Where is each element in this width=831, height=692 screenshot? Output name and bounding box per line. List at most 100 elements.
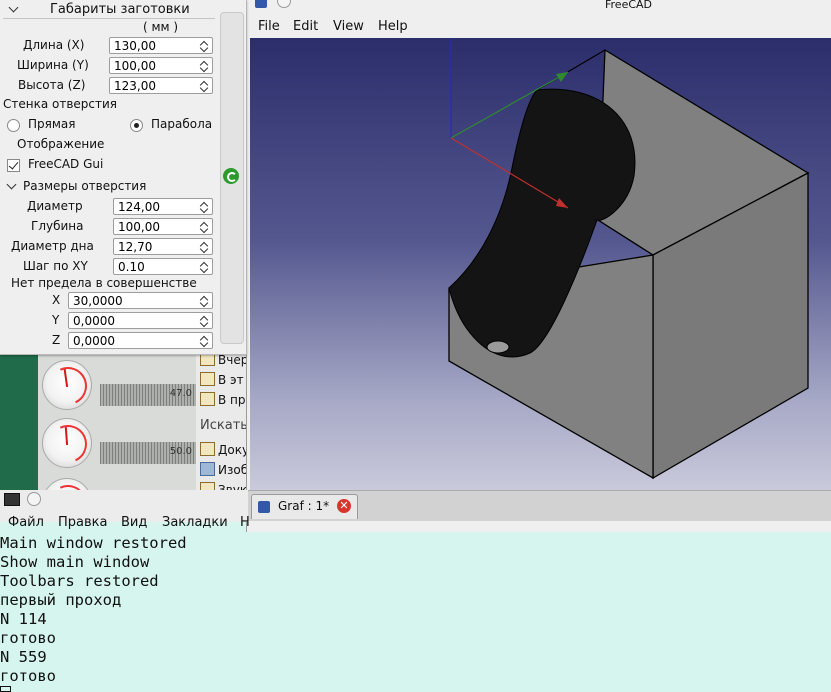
section-title-blank: Габариты заготовки: [50, 2, 190, 17]
menu-more[interactable]: Н: [240, 515, 250, 530]
height-label: Высота (Z): [18, 78, 86, 92]
meter-bar: 50.0: [100, 442, 196, 464]
wall-label: Стенка отверстия: [3, 97, 118, 111]
output-line: Toolbars restored: [0, 572, 159, 590]
menu-help[interactable]: Help: [378, 19, 408, 34]
image-icon: [200, 462, 215, 476]
xy-step-field[interactable]: [114, 259, 200, 274]
width-input[interactable]: [109, 57, 213, 74]
file-item[interactable]: Изоб: [200, 462, 248, 477]
radio-straight-label: Прямая: [28, 117, 76, 131]
tab-graf[interactable]: Graf : 1* ✕: [251, 494, 358, 519]
diameter-label: Диаметр: [27, 199, 83, 213]
gui-checkbox[interactable]: [7, 159, 20, 172]
depth-label: Глубина: [31, 219, 84, 233]
coord-y-field[interactable]: [69, 313, 200, 328]
menu-file[interactable]: Файл: [8, 515, 44, 530]
coord-y-input[interactable]: [68, 312, 213, 329]
terminal-cursor: [0, 686, 11, 692]
depth-field[interactable]: [114, 219, 200, 234]
spin-arrows-icon[interactable]: [199, 219, 210, 234]
coord-z-label: Z: [52, 333, 61, 347]
output-line: готово: [0, 667, 56, 685]
spin-arrows-icon[interactable]: [199, 333, 210, 348]
spin-arrows-icon[interactable]: [199, 259, 210, 274]
coord-x-input[interactable]: [68, 292, 213, 309]
coord-y-label: Y: [52, 313, 60, 327]
window-menu-button[interactable]: [27, 492, 41, 506]
gauge-icon: [42, 360, 93, 411]
bottom-diameter-field[interactable]: [114, 239, 200, 254]
spin-arrows-icon[interactable]: [199, 199, 210, 214]
collapse-icon[interactable]: [6, 179, 17, 190]
file-item[interactable]: В пр: [200, 392, 246, 407]
height-field[interactable]: [110, 78, 200, 93]
bottom-diameter-label: Диаметр дна: [11, 239, 94, 253]
3d-viewport[interactable]: [250, 38, 831, 490]
coord-x-label: X: [52, 293, 61, 307]
radio-straight[interactable]: [7, 119, 20, 132]
perfection-label: Нет предела в совершенстве: [11, 276, 197, 290]
spin-arrows-icon[interactable]: [199, 239, 210, 254]
menu-file[interactable]: File: [258, 19, 280, 34]
system-monitor-window: 47.0 50.0: [38, 352, 196, 492]
terminal-output[interactable]: Main window restored Show main window To…: [0, 532, 831, 692]
coord-x-field[interactable]: [69, 293, 200, 308]
collapse-icon[interactable]: [8, 2, 19, 13]
tab-label: Graf : 1*: [278, 499, 330, 513]
menu-edit[interactable]: Edit: [293, 19, 318, 34]
coord-z-field[interactable]: [69, 333, 200, 348]
document-icon: [258, 501, 270, 513]
refresh-icon[interactable]: [223, 168, 239, 184]
width-label: Ширина (Y): [17, 58, 89, 72]
xy-step-label: Шаг по XY: [23, 259, 88, 273]
length-label: Длина (X): [23, 38, 85, 52]
gui-checkbox-label: FreeCAD Gui: [28, 157, 104, 171]
output-line: N 114: [0, 610, 47, 628]
search-heading: Искать: [200, 418, 248, 433]
unit-label: ( мм ): [143, 20, 179, 34]
section-title-hole: Размеры отверстия: [23, 179, 147, 193]
output-line: первый проход: [0, 591, 122, 609]
spin-arrows-icon[interactable]: [199, 293, 210, 308]
spin-arrows-icon[interactable]: [199, 58, 210, 73]
menubar: File Edit View Help: [247, 16, 831, 38]
file-item[interactable]: Доку: [200, 442, 248, 457]
document-icon: [200, 442, 215, 456]
window-menu-button[interactable]: [277, 0, 291, 8]
terminal-menubar: Файл Правка Вид Закладки Н: [0, 512, 250, 534]
meter-bar: 47.0: [100, 384, 196, 406]
output-line: N 559: [0, 648, 47, 666]
freecad-logo-icon: [255, 0, 267, 8]
radio-parabola[interactable]: [130, 119, 143, 132]
depth-input[interactable]: [113, 218, 213, 235]
spin-arrows-icon[interactable]: [199, 38, 210, 53]
coord-z-input[interactable]: [68, 332, 213, 349]
terminal-icon: [4, 493, 20, 506]
spin-arrows-icon[interactable]: [199, 78, 210, 93]
diameter-input[interactable]: [113, 198, 213, 215]
output-line: Show main window: [0, 553, 150, 571]
bottom-diameter-input[interactable]: [113, 238, 213, 255]
output-line: Main window restored: [0, 534, 187, 552]
desktop-background: [0, 352, 40, 492]
model-render: [448, 38, 810, 480]
close-icon[interactable]: ✕: [337, 499, 351, 513]
length-field[interactable]: [110, 38, 200, 53]
diameter-field[interactable]: [114, 199, 200, 214]
length-input[interactable]: [109, 37, 213, 54]
menu-edit[interactable]: Правка: [58, 515, 107, 530]
menu-view[interactable]: View: [333, 19, 364, 34]
spin-arrows-icon[interactable]: [199, 313, 210, 328]
calendar-icon: [200, 392, 215, 406]
height-input[interactable]: [109, 77, 213, 94]
file-item[interactable]: В эт: [200, 372, 244, 387]
menu-bookmarks[interactable]: Закладки: [162, 515, 228, 530]
calendar-icon: [200, 372, 215, 386]
radio-parabola-label: Парабола: [151, 117, 213, 131]
xy-step-input[interactable]: [113, 258, 213, 275]
width-field[interactable]: [110, 58, 200, 73]
file-browser-window: Вчер В эт В пр Искать Доку Изоб Звук: [196, 352, 248, 492]
hole-bottom: [486, 340, 510, 354]
menu-view[interactable]: Вид: [121, 515, 147, 530]
